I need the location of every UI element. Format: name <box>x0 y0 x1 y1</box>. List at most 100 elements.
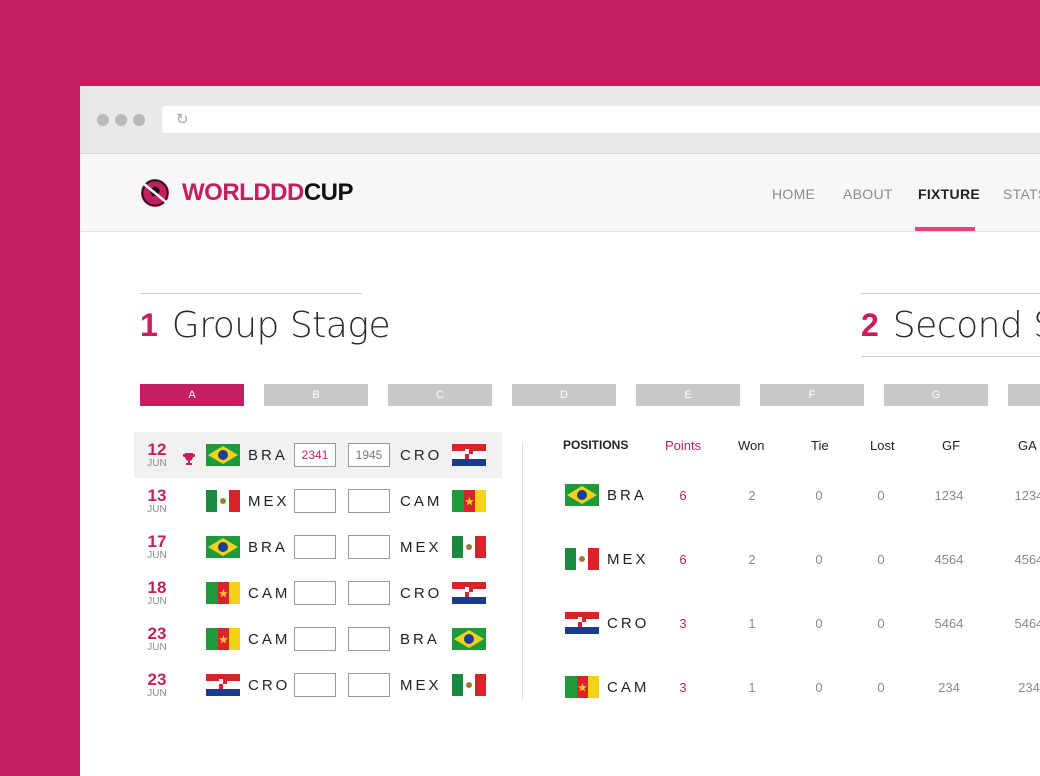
stage-title-second: 2 Second S <box>861 293 1040 357</box>
cell-gf: 4564 <box>934 552 964 567</box>
header-tie: Tie <box>811 438 829 453</box>
standings-row: BRA 6 2 0 0 1234 1234 <box>80 484 1040 514</box>
nav-fixture[interactable]: FIXTURE <box>918 186 980 202</box>
stage-name: Second S <box>892 304 1040 346</box>
logo-text: WORLDDDCUP <box>182 179 353 206</box>
team-home: BRA <box>248 447 288 464</box>
team-away: CRO <box>400 447 443 464</box>
tab-group-a[interactable]: A <box>140 384 244 406</box>
team-code: MEX <box>607 551 649 568</box>
cell-lost: 0 <box>877 552 885 567</box>
cell-tie: 0 <box>815 616 823 631</box>
stage-name: Group Stage <box>171 304 391 346</box>
cell-gf: 1234 <box>934 488 964 503</box>
nav-stats[interactable]: STATS <box>1003 186 1040 202</box>
cell-won: 1 <box>748 680 756 695</box>
cell-points: 3 <box>679 680 687 695</box>
match-day: 12 <box>147 440 167 459</box>
cell-tie: 0 <box>815 488 823 503</box>
match-date: 18 JUN <box>140 578 174 607</box>
team-code: CAM <box>607 679 650 696</box>
team-code: BRA <box>607 487 647 504</box>
header-gf: GF <box>942 438 961 453</box>
stage-title-group: 1 Group Stage <box>140 293 391 356</box>
cell-tie: 0 <box>815 552 823 567</box>
cro-flag-icon <box>452 444 486 466</box>
match-month: JUN <box>147 642 167 653</box>
cam-flag-icon <box>565 676 599 698</box>
score-away-input[interactable] <box>348 443 390 467</box>
tab-group-c[interactable]: C <box>388 384 492 406</box>
tab-group-b[interactable]: B <box>264 384 368 406</box>
window-dot-close[interactable] <box>97 114 109 126</box>
match-day: 18 <box>147 578 167 597</box>
cell-ga: 1234 <box>1014 488 1040 503</box>
cell-won: 2 <box>748 552 756 567</box>
header-points: Points <box>665 438 702 453</box>
cro-flag-icon <box>565 612 599 634</box>
header-lost: Lost <box>870 438 895 453</box>
score-home-input[interactable] <box>294 581 336 605</box>
trophy-icon <box>183 453 195 465</box>
nav-home[interactable]: HOME <box>772 186 815 202</box>
cell-won: 2 <box>748 488 756 503</box>
header-ga: GA <box>1018 438 1037 453</box>
match-month: JUN <box>147 458 167 469</box>
tab-group-e[interactable]: E <box>636 384 740 406</box>
address-bar[interactable]: ↻ <box>162 106 1040 133</box>
site-header: WORLDDDCUP HOME ABOUT FIXTURE STATS <box>80 154 1040 232</box>
cell-points: 3 <box>679 616 687 631</box>
site-logo[interactable]: WORLDDDCUP <box>140 178 353 208</box>
flag-away <box>452 582 486 604</box>
soccer-ball-icon <box>141 179 169 207</box>
stage-number: 1 <box>140 306 158 343</box>
cell-lost: 0 <box>877 616 885 631</box>
bra-flag-icon <box>206 444 240 466</box>
flag-home <box>206 582 240 604</box>
standings-row: CRO 3 1 0 0 5464 5464 <box>80 612 1040 642</box>
cell-lost: 0 <box>877 488 885 503</box>
flag-away <box>452 444 486 466</box>
nav-active-indicator <box>915 227 975 231</box>
match-month: JUN <box>147 596 167 607</box>
mex-flag-icon <box>565 548 599 570</box>
match-row: 12 JUN BRA CRO <box>134 432 502 478</box>
match-date: 12 JUN <box>140 440 174 469</box>
standings-row: MEX 6 2 0 0 4564 4564 <box>80 548 1040 578</box>
team-flag <box>565 676 599 698</box>
team-away: CRO <box>400 585 443 602</box>
cell-points: 6 <box>679 488 687 503</box>
bra-flag-icon <box>565 484 599 506</box>
cell-ga: 234 <box>1018 680 1040 695</box>
header-won: Won <box>738 438 765 453</box>
cell-points: 6 <box>679 552 687 567</box>
cell-gf: 5464 <box>934 616 964 631</box>
team-code: CRO <box>607 615 650 632</box>
stage-number: 2 <box>861 306 879 343</box>
window-dot-maximize[interactable] <box>133 114 145 126</box>
cell-ga: 5464 <box>1014 616 1040 631</box>
score-away-input[interactable] <box>348 581 390 605</box>
team-flag <box>565 548 599 570</box>
tab-group-g[interactable]: G <box>884 384 988 406</box>
team-home: CAM <box>248 585 291 602</box>
tab-group-d[interactable]: D <box>512 384 616 406</box>
reload-icon[interactable]: ↻ <box>176 111 189 128</box>
score-home-input[interactable] <box>294 443 336 467</box>
team-flag <box>565 484 599 506</box>
cro-flag-icon <box>452 582 486 604</box>
cell-tie: 0 <box>815 680 823 695</box>
cell-ga: 4564 <box>1014 552 1040 567</box>
browser-toolbar: ↻ <box>80 86 1040 154</box>
window-dot-minimize[interactable] <box>115 114 127 126</box>
tab-group-h[interactable] <box>1008 384 1040 406</box>
cell-gf: 234 <box>938 680 960 695</box>
nav-about[interactable]: ABOUT <box>843 186 893 202</box>
cell-lost: 0 <box>877 680 885 695</box>
team-flag <box>565 612 599 634</box>
cell-won: 1 <box>748 616 756 631</box>
browser-window: ↻ WORLDDDCUP HOME ABOUT FIXTURE STATS 1 … <box>80 86 1040 776</box>
tab-group-f[interactable]: F <box>760 384 864 406</box>
flag-home <box>206 444 240 466</box>
cam-flag-icon <box>206 582 240 604</box>
